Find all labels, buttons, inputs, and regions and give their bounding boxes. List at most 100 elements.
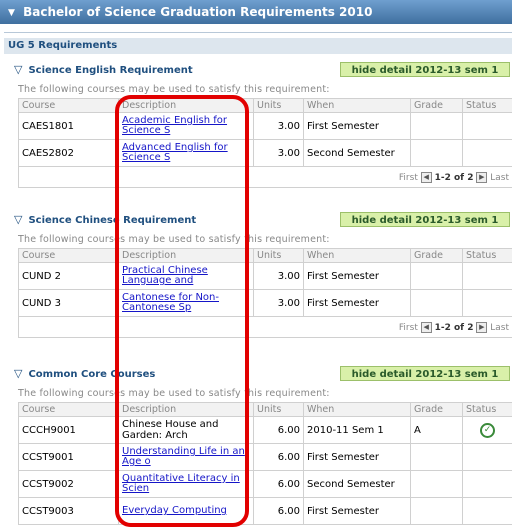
units: 6.00 <box>254 471 304 498</box>
status: ✓ <box>463 417 512 444</box>
col-units: Units <box>254 99 304 113</box>
col-grade: Grade <box>411 249 463 263</box>
pager-first[interactable]: First <box>399 323 418 333</box>
course-code: CCST9003 <box>19 498 119 525</box>
arrow-right-icon[interactable]: ▶ <box>476 322 487 333</box>
section-title[interactable]: ▽Science Chinese Requirement <box>14 212 196 228</box>
col-status: Status <box>463 403 512 417</box>
grade <box>411 471 463 498</box>
table-header-row: Course Description Units When Grade Stat… <box>19 249 512 263</box>
requirement-note: The following courses may be used to sat… <box>18 234 330 245</box>
triangle-down-icon[interactable]: ▽ <box>14 63 22 76</box>
pager-last[interactable]: Last <box>490 323 509 333</box>
course-code: CAES2802 <box>19 140 119 167</box>
col-when: When <box>304 403 411 417</box>
col-when: When <box>304 99 411 113</box>
grade <box>411 444 463 471</box>
table-row: CAES2802 Advanced English for Science S … <box>19 140 512 167</box>
course-code: CUND 3 <box>19 290 119 317</box>
course-table: Course Description Units When Grade Stat… <box>18 98 512 188</box>
arrow-right-icon[interactable]: ▶ <box>476 172 487 183</box>
pager-row: First ◀ 1-2 of 2 ▶ Last <box>19 317 512 338</box>
status <box>463 263 512 290</box>
grade <box>411 113 463 140</box>
units: 6.00 <box>254 498 304 525</box>
pager-range: 1-2 of 2 <box>435 173 474 183</box>
col-grade: Grade <box>411 99 463 113</box>
col-when: When <box>304 249 411 263</box>
page-title: Bachelor of Science Graduation Requireme… <box>23 5 372 19</box>
course-code: CCST9002 <box>19 471 119 498</box>
triangle-down-icon[interactable]: ▽ <box>14 213 22 226</box>
checkmark-circle-icon: ✓ <box>480 423 495 438</box>
units: 3.00 <box>254 290 304 317</box>
pager: First ◀ 1-2 of 2 ▶ Last <box>19 167 512 188</box>
col-description: Description <box>119 99 254 113</box>
table-row: CUND 2 Practical Chinese Language and 3.… <box>19 263 512 290</box>
group-title: UG 5 Requirements <box>4 38 512 54</box>
col-grade: Grade <box>411 403 463 417</box>
grade <box>411 498 463 525</box>
units: 3.00 <box>254 113 304 140</box>
page-header: ▼ Bachelor of Science Graduation Require… <box>0 0 512 24</box>
course-description: Chinese House and Garden: Arch <box>119 417 254 444</box>
when: Second Semester <box>304 471 411 498</box>
course-description-link[interactable]: Practical Chinese Language and <box>122 266 250 286</box>
pager: First ◀ 1-2 of 2 ▶ Last <box>19 317 512 338</box>
grade: A <box>411 417 463 444</box>
hide-detail-button[interactable]: hide detail 2012-13 sem 1 <box>340 366 510 381</box>
pager-row: First ◀ 1-2 of 2 ▶ Last <box>19 167 512 188</box>
requirement-note: The following courses may be used to sat… <box>18 84 330 95</box>
when: First Semester <box>304 444 411 471</box>
course-description-link[interactable]: Advanced English for Science S <box>122 143 250 163</box>
section-science-chinese: ▽Science Chinese Requirement hide detail… <box>14 212 512 340</box>
grade <box>411 290 463 317</box>
course-description-link[interactable]: Understanding Life in an Age o <box>122 447 250 467</box>
pager-first[interactable]: First <box>399 173 418 183</box>
course-table: Course Description Units When Grade Stat… <box>18 248 512 338</box>
status <box>463 498 512 525</box>
col-status: Status <box>463 99 512 113</box>
when: 2010-11 Sem 1 <box>304 417 411 444</box>
table-row: CCST9001 Understanding Life in an Age o … <box>19 444 512 471</box>
col-course: Course <box>19 249 119 263</box>
hide-detail-button[interactable]: hide detail 2012-13 sem 1 <box>340 212 510 227</box>
table-header-row: Course Description Units When Grade Stat… <box>19 403 512 417</box>
section-title-text: Common Core Courses <box>28 369 155 380</box>
section-title[interactable]: ▽Science English Requirement <box>14 62 193 78</box>
units: 6.00 <box>254 444 304 471</box>
grade <box>411 140 463 167</box>
requirement-note: The following courses may be used to sat… <box>18 388 330 399</box>
course-description-link[interactable]: Quantitative Literacy in Scien <box>122 474 250 494</box>
col-status: Status <box>463 249 512 263</box>
course-code: CAES1801 <box>19 113 119 140</box>
table-row: CAES1801 Academic English for Science S … <box>19 113 512 140</box>
hide-detail-button[interactable]: hide detail 2012-13 sem 1 <box>340 62 510 77</box>
units: 3.00 <box>254 140 304 167</box>
status <box>463 113 512 140</box>
status <box>463 290 512 317</box>
arrow-left-icon[interactable]: ◀ <box>421 172 432 183</box>
status <box>463 444 512 471</box>
when: First Semester <box>304 498 411 525</box>
units: 3.00 <box>254 263 304 290</box>
arrow-left-icon[interactable]: ◀ <box>421 322 432 333</box>
pager-range: 1-2 of 2 <box>435 323 474 333</box>
status <box>463 140 512 167</box>
divider <box>4 32 512 33</box>
course-description-link[interactable]: Academic English for Science S <box>122 116 250 136</box>
pager-last[interactable]: Last <box>490 173 509 183</box>
when: Second Semester <box>304 140 411 167</box>
col-description: Description <box>119 249 254 263</box>
triangle-down-icon[interactable]: ▽ <box>14 367 22 380</box>
collapse-triangle-icon[interactable]: ▼ <box>8 1 15 25</box>
col-course: Course <box>19 99 119 113</box>
course-description-link[interactable]: Everyday Computing <box>122 506 250 516</box>
table-row: CCST9002 Quantitative Literacy in Scien … <box>19 471 512 498</box>
section-title[interactable]: ▽ Common Core Courses <box>14 366 155 382</box>
course-description-link[interactable]: Cantonese for Non-Cantonese Sp <box>122 293 250 313</box>
col-units: Units <box>254 249 304 263</box>
course-code: CUND 2 <box>19 263 119 290</box>
course-code: CCCH9001 <box>19 417 119 444</box>
table-row: CUND 3 Cantonese for Non-Cantonese Sp 3.… <box>19 290 512 317</box>
